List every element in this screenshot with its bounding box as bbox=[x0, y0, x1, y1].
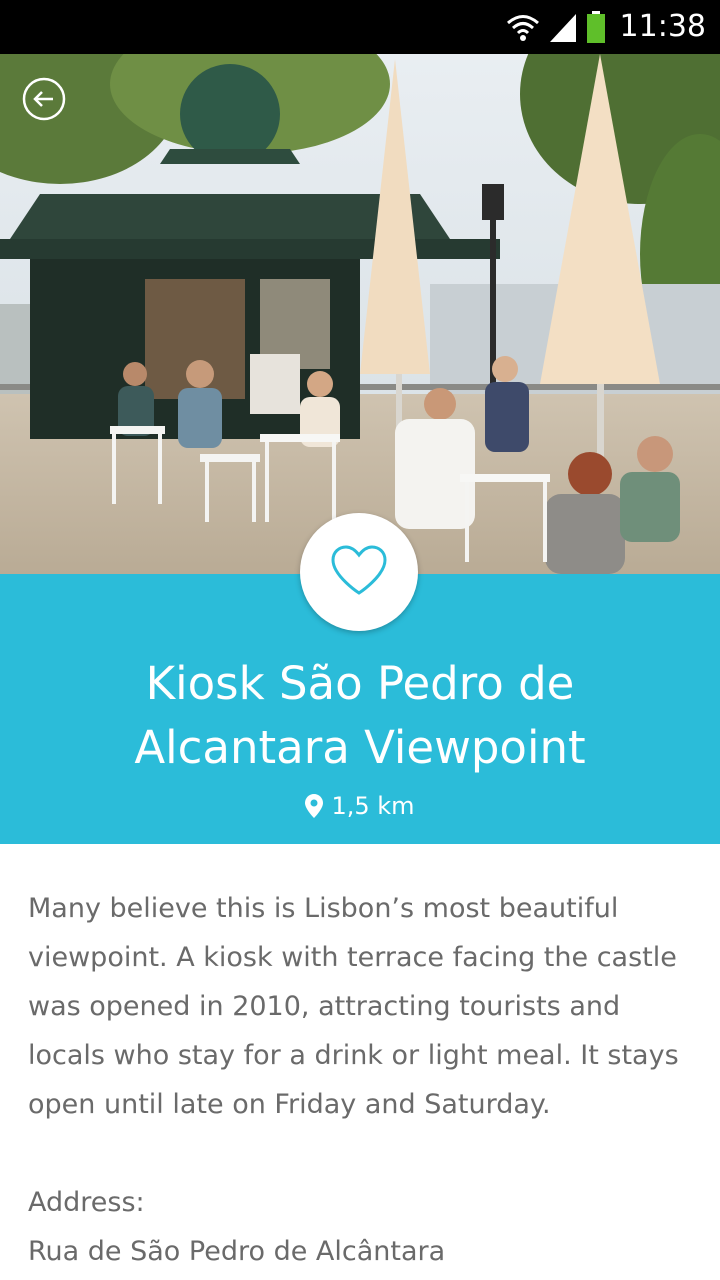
signal-icon bbox=[548, 10, 578, 44]
address-label: Address: bbox=[28, 1187, 145, 1218]
back-button[interactable] bbox=[22, 77, 66, 121]
battery-icon bbox=[586, 10, 606, 44]
back-arrow-icon bbox=[22, 77, 66, 125]
address-value: Rua de São Pedro de Alcântara bbox=[28, 1236, 446, 1267]
place-title: Kiosk São Pedro de Alcantara Viewpoint bbox=[134, 657, 586, 774]
wifi-icon bbox=[506, 10, 540, 44]
map-pin-icon bbox=[305, 794, 324, 818]
place-detail-screen: 11:38 Kiosk São Pedro de Alcantara Viewp… bbox=[0, 0, 720, 1280]
hero-image bbox=[0, 54, 720, 574]
status-bar: 11:38 bbox=[0, 0, 720, 54]
place-description: Many believe this is Lisbon’s most beaut… bbox=[28, 893, 679, 1120]
favorite-button[interactable] bbox=[300, 513, 418, 631]
status-icons: 11:38 bbox=[506, 0, 706, 54]
heart-outline-icon bbox=[329, 543, 389, 602]
place-details: Many believe this is Lisbon’s most beaut… bbox=[28, 884, 692, 1276]
status-time: 11:38 bbox=[619, 9, 706, 44]
distance: 1,5 km bbox=[0, 792, 720, 820]
distance-value: 1,5 km bbox=[331, 792, 415, 820]
